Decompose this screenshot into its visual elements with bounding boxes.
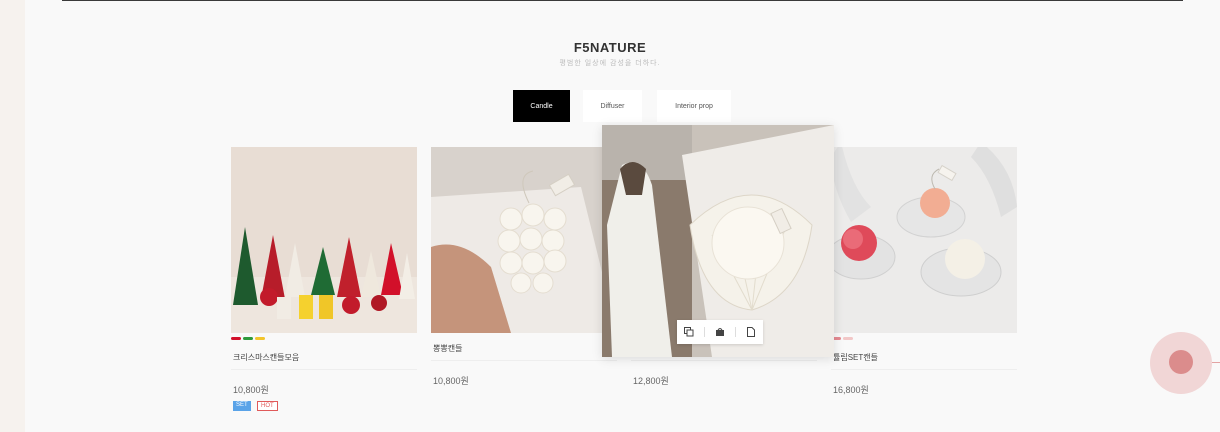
copy-icon[interactable] xyxy=(681,324,697,340)
color-swatch-light-pink xyxy=(843,337,853,340)
badge-hot: HOT xyxy=(257,401,278,411)
product-price: 10,800원 xyxy=(433,376,469,386)
header-divider xyxy=(62,0,1183,1)
quick-actions-separator xyxy=(735,327,737,337)
product-image-christmas-candles[interactable] xyxy=(231,147,417,333)
card-divider xyxy=(631,360,817,361)
product-price: 10,800원 xyxy=(233,385,269,395)
color-swatches xyxy=(831,337,853,340)
product-image-tulip-candles[interactable] xyxy=(831,147,1017,333)
badge-set: SET xyxy=(233,401,251,411)
color-swatch-green xyxy=(243,337,253,340)
card-divider xyxy=(431,360,617,361)
bag-icon[interactable] xyxy=(712,324,728,340)
document-icon[interactable] xyxy=(743,324,759,340)
floating-action-line xyxy=(1212,362,1220,363)
tab-interior-prop[interactable]: Interior prop xyxy=(657,90,731,122)
card-divider xyxy=(231,369,417,370)
product-image-bubble-candle[interactable] xyxy=(431,147,617,333)
quick-actions-separator xyxy=(703,327,705,337)
floating-action-dot-icon[interactable] xyxy=(1169,350,1193,374)
color-swatches xyxy=(231,337,265,340)
product-name[interactable]: 뽕뽕캔들 xyxy=(433,343,462,354)
card-divider xyxy=(831,369,1017,370)
product-quick-actions xyxy=(677,320,763,344)
tab-candle[interactable]: Candle xyxy=(513,90,570,122)
color-swatch-yellow xyxy=(255,337,265,340)
product-price: 12,800원 xyxy=(633,376,669,386)
color-swatch-red xyxy=(231,337,241,340)
product-name[interactable]: 크리스마스캔들모음 xyxy=(233,352,299,363)
brand-title: F5NATURE xyxy=(573,40,647,55)
tab-diffuser[interactable]: Diffuser xyxy=(583,90,642,122)
product-price: 16,800원 xyxy=(833,385,869,395)
product-name[interactable]: 튤립SET캔들 xyxy=(833,352,878,363)
brand-tagline: 평범한 일상에 감성을 더하다. xyxy=(559,60,661,67)
